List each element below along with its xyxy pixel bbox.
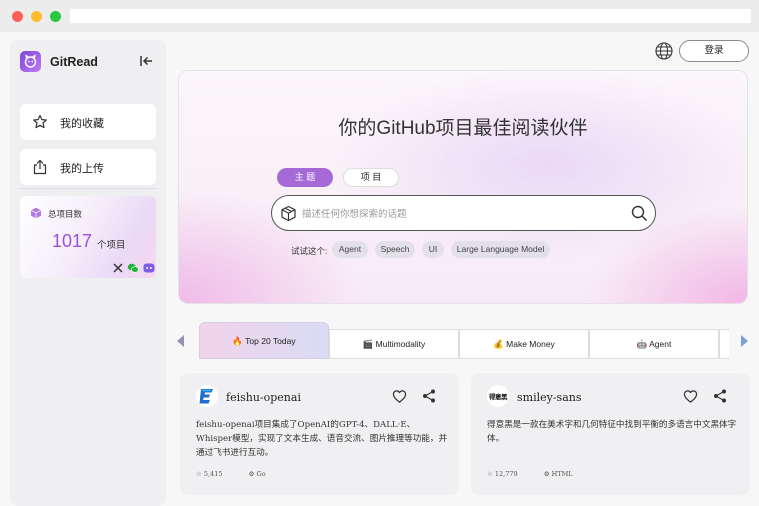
cube-icon [30,207,42,219]
heart-icon[interactable] [392,389,407,404]
project-meta: ☆ 12,779 ⚙ HTML [487,470,597,478]
minimize-window-button[interactable] [31,11,42,22]
browser-titlebar [0,0,759,32]
share-icon[interactable] [713,389,727,403]
language-value: Go [256,470,266,478]
upload-icon [33,159,47,175]
star-count-value: 12,779 [494,470,518,478]
search-icon[interactable] [631,205,648,222]
star-icon [33,114,47,129]
project-description: feishu-openai项目集成了OpenAI的GPT-4、DALL·E、Wh… [196,420,448,458]
total-projects-card: 总项目数 1017 个项目 [20,196,156,278]
app-logo-icon [20,51,41,72]
tab-multimodality[interactable]: 🎬 Multimodality [329,329,459,359]
x-icon[interactable] [112,262,124,274]
total-projects-title: 总项目数 [48,209,83,219]
address-bar[interactable] [70,9,751,23]
cube-outline-icon [281,205,296,222]
project-description: 得意黑是一款在美术字和几何特征中找到平衡的多语言中文黑体字体。 [487,420,737,444]
login-button[interactable]: 登录 [679,40,749,62]
project-name[interactable]: feishu-openai [226,391,301,404]
suggestion-chip[interactable]: Agent [332,241,368,258]
heart-icon[interactable] [683,389,698,404]
tab-project[interactable]: 项 目 [343,168,399,187]
suggestion-chip[interactable]: UI [422,241,444,258]
tab-make-money[interactable]: 💰 Make Money [459,329,589,359]
project-card[interactable]: 得意黑 smiley-sans 得意黑是一款在美术字和几何特征中找到平衡的多语言… [471,373,750,495]
app-name: GitRead [50,55,98,69]
tab-topic[interactable]: 主 题 [277,168,333,187]
suggestion-chip[interactable]: Large Language Model [451,241,550,258]
tab-agent[interactable]: 🤖 Agent [589,329,719,359]
tab-top20-today[interactable]: 🔥 Top 20 Today [199,322,329,359]
share-icon[interactable] [422,389,436,403]
language-value: HTML [551,470,573,478]
sidebar-item-uploads[interactable]: 我的上传 [20,149,156,185]
collapse-sidebar-icon[interactable] [138,53,154,69]
maximize-window-button[interactable] [50,11,61,22]
language-label: ⚙ HTML [543,470,573,478]
category-tabs: 🔥 Top 20 Today 🎬 Multimodality 💰 Make Mo… [199,322,729,359]
search-box [271,195,656,231]
total-projects-unit: 个项目 [97,240,126,251]
star-count: ☆ 12,779 [487,470,518,478]
star-count: ☆ 5,415 [196,470,223,478]
app-window: GitRead 我的收藏 我的上传 总项目数 1017 个项目 登录 你的Git… [0,32,759,506]
tab-more[interactable] [719,329,729,359]
wechat-icon[interactable] [127,262,139,274]
suggestion-chip[interactable]: Speech [375,241,415,258]
discord-icon[interactable] [143,262,155,274]
star-count-value: 5,415 [203,470,223,478]
sidebar-item-favorites[interactable]: 我的收藏 [20,104,156,140]
category-next-arrow-icon[interactable] [741,335,748,347]
sidebar-item-label: 我的上传 [60,163,104,175]
sidebar-divider [20,188,156,189]
feishu-logo-icon [196,385,218,407]
category-prev-arrow-icon[interactable] [177,335,184,347]
hero-banner: 你的GitHub项目最佳阅读伙伴 主 题 项 目 试试这个: Agent Spe… [178,70,748,304]
total-projects-count: 1017 [52,231,93,251]
project-avatar [196,385,218,407]
project-name[interactable]: smiley-sans [517,391,582,404]
globe-icon[interactable] [655,42,673,60]
sidebar: GitRead 我的收藏 我的上传 总项目数 1017 个项目 [10,40,166,506]
sidebar-item-label: 我的收藏 [60,118,104,130]
hero-title: 你的GitHub项目最佳阅读伙伴 [338,118,588,139]
project-card[interactable]: feishu-openai feishu-openai项目集成了OpenAI的G… [180,373,459,495]
project-avatar-text: 得意黑 [489,393,508,401]
search-input[interactable] [302,206,622,222]
language-label: ⚙ Go [248,470,266,478]
project-avatar: 得意黑 [487,385,509,407]
project-meta: ☆ 5,415 ⚙ Go [196,470,290,478]
try-this-label: 试试这个: [291,246,328,256]
close-window-button[interactable] [12,11,23,22]
